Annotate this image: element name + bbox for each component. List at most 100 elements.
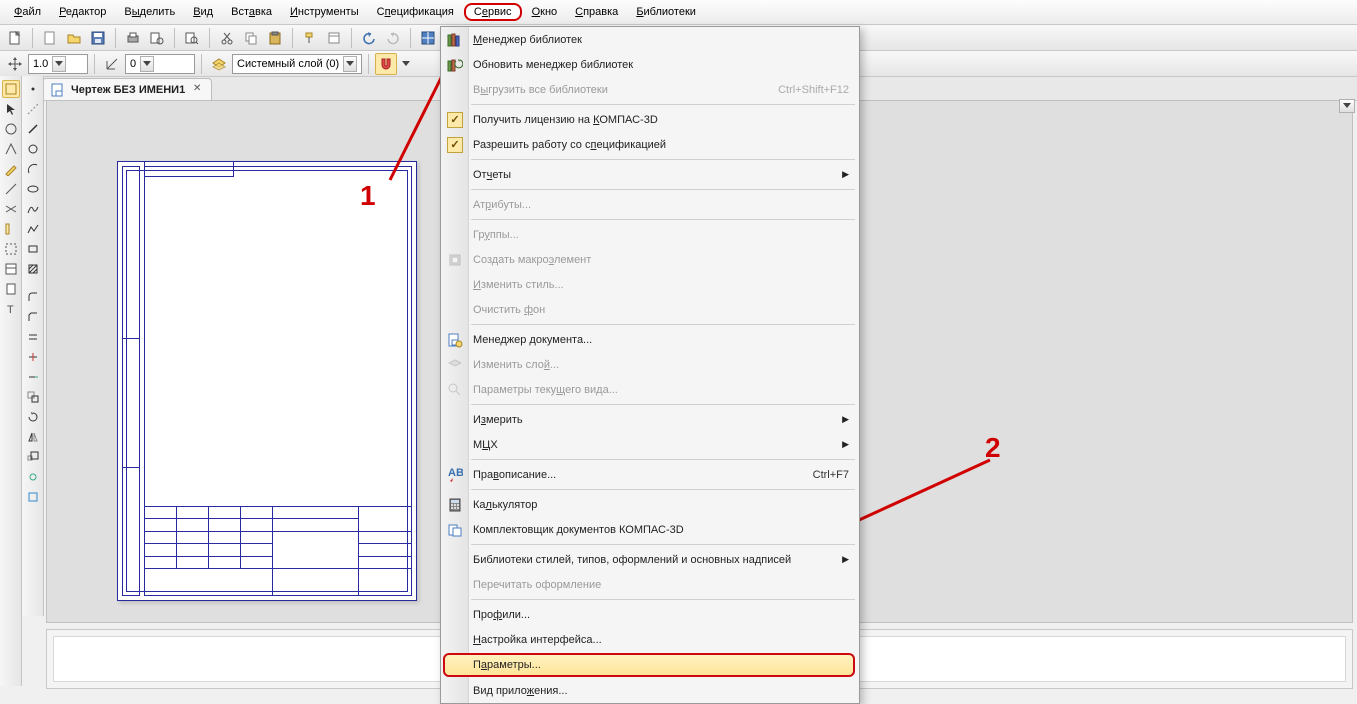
menu-item-менеджер-библиотек[interactable]: Менеджер библиотек — [441, 27, 859, 52]
menu-item-калькулятор[interactable]: Калькулятор — [441, 492, 859, 517]
coord-input[interactable]: 0 — [125, 54, 195, 74]
hatch-icon[interactable] — [24, 260, 42, 278]
menu-item-настройка-интерфейса[interactable]: Настройка интерфейса... — [441, 627, 859, 652]
menu-select[interactable]: Выделить — [116, 3, 183, 21]
sheet-binder-column — [122, 166, 140, 596]
submenu-arrow-icon: ▶ — [842, 439, 849, 450]
tool-misc-a-icon[interactable] — [24, 468, 42, 486]
pencil-icon[interactable] — [2, 160, 20, 178]
spline-icon[interactable] — [24, 200, 42, 218]
ellipse-icon[interactable] — [24, 180, 42, 198]
menu-item-менеджер-документа[interactable]: Менеджер документа... — [441, 327, 859, 352]
new-doc-icon[interactable] — [39, 27, 61, 49]
menu-item-label: Профили... — [473, 609, 530, 621]
open-icon[interactable] — [63, 27, 85, 49]
select-icon[interactable] — [2, 240, 20, 258]
param-icon[interactable] — [2, 200, 20, 218]
layers-icon[interactable] — [208, 53, 230, 75]
menu-file[interactable]: Файл — [6, 3, 49, 21]
print-preview-icon[interactable] — [146, 27, 168, 49]
menu-item-мцх[interactable]: МЦХ▶ — [441, 432, 859, 457]
magnet-icon[interactable] — [375, 53, 397, 75]
redo-icon[interactable] — [382, 27, 404, 49]
menu-item-параметры[interactable]: Параметры... — [443, 653, 855, 677]
menu-item-обновить-менеджер-библиотек[interactable]: Обновить менеджер библиотек — [441, 52, 859, 77]
cursor-xy-icon[interactable] — [101, 53, 123, 75]
spec-icon[interactable] — [2, 260, 20, 278]
menu-item-выгрузить-все-библиотеки: Выгрузить все библиотекиCtrl+Shift+F12 — [441, 77, 859, 102]
save-icon[interactable] — [87, 27, 109, 49]
properties-icon[interactable] — [323, 27, 345, 49]
menu-item-вид-приложения[interactable]: Вид приложения... — [441, 678, 859, 703]
print-icon[interactable] — [122, 27, 144, 49]
copy-tool-icon[interactable] — [24, 388, 42, 406]
menu-window[interactable]: Окно — [524, 3, 566, 21]
fillet-icon[interactable] — [24, 288, 42, 306]
cut-icon[interactable] — [216, 27, 238, 49]
rotate-icon[interactable] — [24, 408, 42, 426]
menu-help[interactable]: Справка — [567, 3, 626, 21]
rect-tool-icon[interactable] — [24, 240, 42, 258]
format-painter-icon[interactable] — [299, 27, 321, 49]
chevron-down-icon[interactable] — [140, 56, 154, 72]
menu-item-параметры-текущего-вида: Параметры текущего вида... — [441, 377, 859, 402]
menu-insert[interactable]: Вставка — [223, 3, 280, 21]
menu-item-label: Правописание... — [473, 469, 556, 481]
offset-icon[interactable] — [24, 328, 42, 346]
menu-item-измерить[interactable]: Измерить▶ — [441, 407, 859, 432]
aux-line-icon[interactable] — [24, 100, 42, 118]
separator — [292, 28, 293, 48]
menu-item-правописание[interactable]: ABCПравописание...Ctrl+F7 — [441, 462, 859, 487]
dimension-icon[interactable] — [2, 120, 20, 138]
menu-item-библиотеки-стилей-типов-оформлений-и-осн[interactable]: Библиотеки стилей, типов, оформлений и о… — [441, 547, 859, 572]
inspect-icon[interactable] — [181, 27, 203, 49]
chevron-down-icon[interactable] — [52, 56, 66, 72]
menu-item-получить-лицензию-на-компас-3d[interactable]: ✓Получить лицензию на КОМПАС-3D — [441, 107, 859, 132]
menu-libraries[interactable]: Библиотеки — [628, 3, 704, 21]
menu-item-профили[interactable]: Профили... — [441, 602, 859, 627]
cursor-tool-icon[interactable] — [2, 100, 20, 118]
measure-icon[interactable] — [2, 220, 20, 238]
document-tab[interactable]: Чертеж БЕЗ ИМЕНИ1 ✕ — [42, 78, 212, 100]
insert-icon[interactable]: T — [2, 300, 20, 318]
mirror-icon[interactable] — [24, 428, 42, 446]
blue-grid-icon[interactable] — [417, 27, 439, 49]
circle-tool-icon[interactable] — [24, 140, 42, 158]
copy-icon[interactable] — [240, 27, 262, 49]
new-page-icon[interactable] — [4, 27, 26, 49]
menu-item-разрешить-работу-со-спецификацией[interactable]: ✓Разрешить работу со спецификацией — [441, 132, 859, 157]
menu-item-комплектовщик-документов-компас-3d[interactable]: Комплектовщик документов КОМПАС-3D — [441, 517, 859, 542]
layer-select[interactable]: Системный слой (0) — [232, 54, 362, 74]
menu-item-отчеты[interactable]: Отчеты▶ — [441, 162, 859, 187]
edit-icon[interactable] — [2, 180, 20, 198]
extend-icon[interactable] — [24, 368, 42, 386]
close-icon[interactable]: ✕ — [191, 84, 203, 96]
reports-icon[interactable] — [2, 280, 20, 298]
menu-item-label: Перечитать оформление — [473, 579, 601, 591]
polyline-icon[interactable] — [24, 220, 42, 238]
arc-icon[interactable] — [24, 160, 42, 178]
menu-service[interactable]: Сервис — [464, 3, 522, 21]
point-icon[interactable] — [24, 80, 42, 98]
tool-misc-b-icon[interactable] — [24, 488, 42, 506]
menu-item-label: Калькулятор — [473, 499, 537, 511]
menu-item-label: Менеджер библиотек — [473, 34, 582, 46]
menu-separator — [471, 404, 855, 405]
chamfer-icon[interactable] — [24, 308, 42, 326]
trim-icon[interactable] — [24, 348, 42, 366]
menu-editor[interactable]: Редактор — [51, 3, 114, 21]
move-xy-icon[interactable] — [4, 53, 26, 75]
workspace-dropdown-icon[interactable] — [1339, 99, 1355, 113]
menu-view[interactable]: Вид — [185, 3, 221, 21]
scale-icon[interactable] — [24, 448, 42, 466]
magnet-dropdown-icon[interactable] — [399, 53, 413, 75]
chevron-down-icon[interactable] — [343, 56, 357, 72]
geometry-tab-icon[interactable] — [2, 80, 20, 98]
menu-tools[interactable]: Инструменты — [282, 3, 367, 21]
paste-icon[interactable] — [264, 27, 286, 49]
undo-icon[interactable] — [358, 27, 380, 49]
menu-spec[interactable]: Спецификация — [369, 3, 462, 21]
symbols-icon[interactable] — [2, 140, 20, 158]
step-input[interactable]: 1.0 — [28, 54, 88, 74]
segment-icon[interactable] — [24, 120, 42, 138]
